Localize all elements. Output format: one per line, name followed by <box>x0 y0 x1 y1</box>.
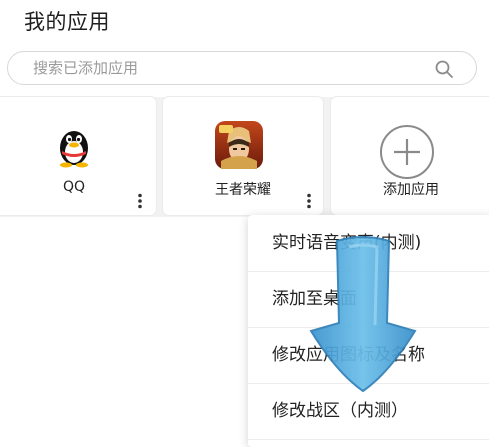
more-options-icon[interactable] <box>306 193 312 209</box>
app-label-qq: QQ <box>62 179 86 195</box>
qq-penguin-icon <box>50 121 98 169</box>
page-title: 我的应用 <box>24 10 110 34</box>
app-label-add: 添加应用 <box>383 182 439 198</box>
menu-item-edit-region[interactable]: 修改战区（内测） <box>248 383 489 440</box>
more-options-icon[interactable] <box>137 193 143 209</box>
search-bar[interactable] <box>7 51 477 85</box>
app-label-honor-of-kings: 王者荣耀 <box>215 182 271 198</box>
app-card-qq[interactable]: QQ <box>0 97 156 215</box>
plus-circle-icon <box>379 124 435 180</box>
search-input[interactable] <box>33 52 413 84</box>
add-app-card[interactable]: 添加应用 <box>331 97 489 215</box>
honor-of-kings-icon <box>215 121 263 169</box>
context-menu: 实时语音变声(内测) 添加至桌面 修改应用图标及名称 修改战区（内测） <box>248 215 489 447</box>
app-card-honor-of-kings[interactable]: 王者荣耀 <box>163 97 323 215</box>
menu-item-add-to-desktop[interactable]: 添加至桌面 <box>248 271 489 328</box>
search-icon[interactable] <box>434 59 454 79</box>
menu-item-edit-icon-name[interactable]: 修改应用图标及名称 <box>248 327 489 384</box>
menu-item-voice-changer[interactable]: 实时语音变声(内测) <box>248 215 489 272</box>
